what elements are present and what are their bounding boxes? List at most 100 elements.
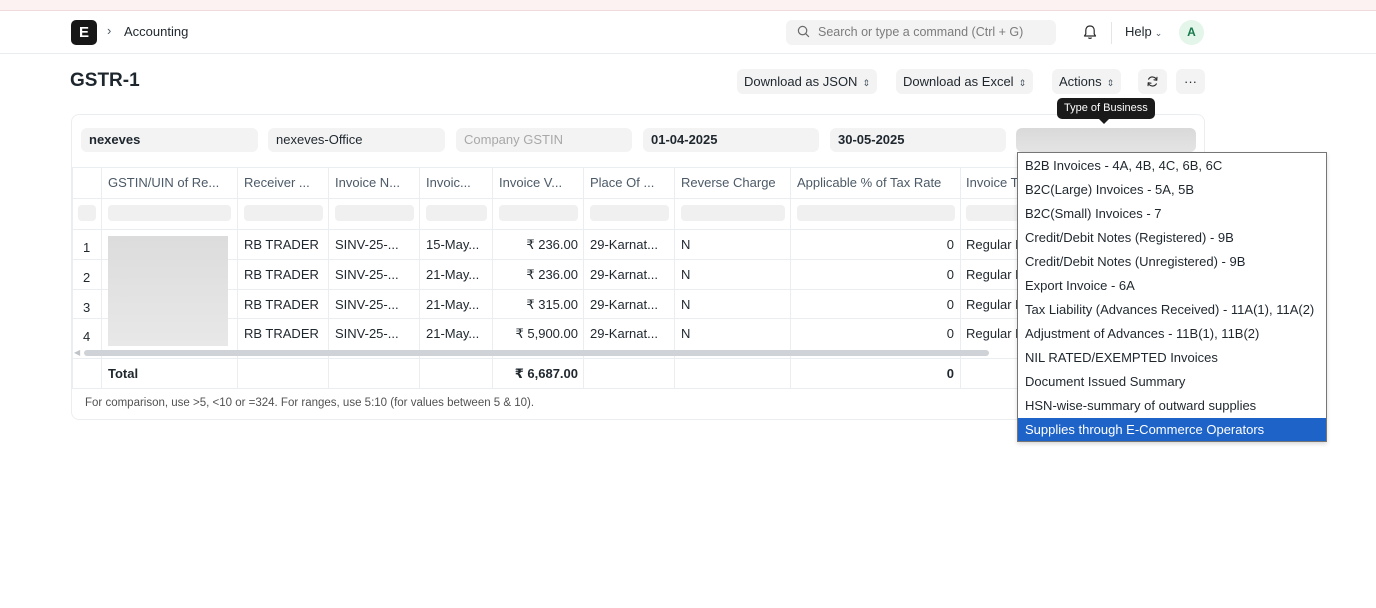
app-logo[interactable]: E	[71, 20, 97, 45]
dropdown-option-ecommerce-selected[interactable]: Supplies through E-Commerce Operators	[1018, 418, 1326, 441]
invoice-number-cell[interactable]: SINV-25-...	[335, 326, 399, 341]
receiver-cell[interactable]: RB TRADER	[244, 237, 319, 252]
to-date-filter[interactable]: 30-05-2025	[830, 128, 1006, 152]
column-header-invoice-number[interactable]: Invoice N...	[335, 175, 415, 190]
column-header-invoice-value[interactable]: Invoice V...	[499, 175, 579, 190]
dropdown-option-export-invoice[interactable]: Export Invoice - 6A	[1018, 274, 1326, 298]
invoice-value-cell[interactable]: ₹ 315.00	[499, 297, 578, 313]
receiver-cell[interactable]: RB TRADER	[244, 267, 319, 282]
dropdown-option-adjustment-advances[interactable]: Adjustment of Advances - 11B(1), 11B(2)	[1018, 322, 1326, 346]
invoice-value-cell[interactable]: ₹ 5,900.00	[499, 326, 579, 342]
column-filter-input[interactable]	[681, 205, 785, 221]
navbar-divider	[1111, 22, 1112, 44]
place-of-supply-cell[interactable]: 29-Karnat...	[590, 297, 670, 312]
invoice-date-cell[interactable]: 21-May...	[426, 267, 479, 282]
invoice-type-cell[interactable]: Regular B	[966, 267, 1018, 282]
place-of-supply-cell[interactable]: 29-Karnat...	[590, 237, 670, 252]
chevron-down-icon: ⌄	[1154, 28, 1163, 38]
top-banner-strip	[0, 0, 1376, 11]
dropdown-option-nil-rated[interactable]: NIL RATED/EXEMPTED Invoices	[1018, 346, 1326, 370]
reverse-charge-cell[interactable]: N	[681, 326, 690, 341]
tax-rate-cell[interactable]: 0	[797, 297, 954, 312]
invoice-type-cell[interactable]: Regular B	[966, 297, 1018, 312]
invoice-number-cell[interactable]: SINV-25-...	[335, 237, 399, 252]
row-index: 1	[83, 240, 91, 255]
column-header-reverse-charge[interactable]: Reverse Charge	[681, 175, 786, 190]
company-filter[interactable]: nexeves	[81, 128, 258, 152]
invoice-value-cell[interactable]: ₹ 236.00	[499, 237, 578, 253]
tax-rate-cell[interactable]: 0	[797, 237, 954, 252]
download-json-label: Download as JSON	[744, 74, 858, 89]
total-invoice-value: ₹ 6,687.00	[514, 366, 578, 381]
place-of-supply-cell[interactable]: 29-Karnat...	[590, 267, 670, 282]
dropdown-option-document-issued[interactable]: Document Issued Summary	[1018, 370, 1326, 394]
user-avatar[interactable]: A	[1179, 20, 1204, 45]
select-arrows-icon: ⇕	[1018, 78, 1027, 88]
from-date-filter[interactable]: 01-04-2025	[643, 128, 819, 152]
column-header-gstin[interactable]: GSTIN/UIN of Re...	[108, 175, 233, 190]
receiver-cell[interactable]: RB TRADER	[244, 326, 319, 341]
reverse-charge-cell[interactable]: N	[681, 237, 690, 252]
dropdown-option-cdn-registered[interactable]: Credit/Debit Notes (Registered) - 9B	[1018, 226, 1326, 250]
reverse-charge-cell[interactable]: N	[681, 297, 690, 312]
column-filter-input[interactable]	[590, 205, 669, 221]
tax-rate-cell[interactable]: 0	[797, 326, 954, 341]
type-of-business-select[interactable]	[1016, 128, 1196, 152]
column-filter-input[interactable]	[426, 205, 487, 221]
invoice-date-cell[interactable]: 21-May...	[426, 297, 479, 312]
breadcrumb-accounting[interactable]: Accounting	[124, 24, 188, 39]
dropdown-option-b2c-small[interactable]: B2C(Small) Invoices - 7	[1018, 202, 1326, 226]
report-datatable: GSTIN/UIN of Re... Receiver ... Invoice …	[72, 167, 1018, 389]
receiver-cell[interactable]: RB TRADER	[244, 297, 319, 312]
refresh-icon	[1147, 76, 1158, 87]
place-of-supply-cell[interactable]: 29-Karnat...	[590, 326, 670, 341]
grid-line	[72, 167, 1018, 168]
dropdown-option-cdn-unregistered[interactable]: Credit/Debit Notes (Unregistered) - 9B	[1018, 250, 1326, 274]
column-filter-input[interactable]	[966, 205, 1018, 221]
grid-line	[72, 388, 1018, 389]
horizontal-scrollbar[interactable]	[84, 350, 989, 356]
row-filter-checkbox[interactable]	[78, 205, 96, 221]
tax-rate-cell[interactable]: 0	[797, 267, 954, 282]
invoice-date-cell[interactable]: 21-May...	[426, 326, 479, 341]
column-filter-input[interactable]	[499, 205, 578, 221]
search-bar[interactable]: Search or type a command (Ctrl + G)	[786, 20, 1056, 45]
refresh-button[interactable]	[1138, 69, 1167, 94]
filter-help-note: For comparison, use >5, <10 or =324. For…	[85, 397, 535, 409]
column-header-tax-rate[interactable]: Applicable % of Tax Rate	[797, 175, 957, 190]
column-header-invoice-type[interactable]: Invoice T	[966, 175, 1018, 190]
dropdown-option-hsn-summary[interactable]: HSN-wise-summary of outward supplies	[1018, 394, 1326, 418]
invoice-type-cell[interactable]: Regular B	[966, 326, 1018, 341]
scroll-left-arrow-icon[interactable]: ◀	[74, 348, 80, 357]
invoice-date-cell[interactable]: 15-May...	[426, 237, 479, 252]
invoice-type-cell[interactable]: Regular B	[966, 237, 1018, 252]
download-json-button[interactable]: Download as JSON ⇕	[737, 69, 877, 94]
grid-line	[72, 358, 1018, 359]
reverse-charge-cell[interactable]: N	[681, 267, 690, 282]
column-filter-input[interactable]	[244, 205, 323, 221]
more-options-button[interactable]: ···	[1176, 69, 1205, 94]
notification-bell-icon[interactable]	[1082, 24, 1098, 41]
breadcrumb-chevron-icon: ›	[107, 23, 112, 38]
help-label: Help	[1125, 24, 1152, 39]
column-header-receiver[interactable]: Receiver ...	[244, 175, 324, 190]
dropdown-option-tax-liability[interactable]: Tax Liability (Advances Received) - 11A(…	[1018, 298, 1326, 322]
column-header-invoice-date[interactable]: Invoic...	[426, 175, 488, 190]
help-menu-button[interactable]: Help ⌄	[1125, 24, 1162, 39]
invoice-number-cell[interactable]: SINV-25-...	[335, 267, 399, 282]
dropdown-option-b2b[interactable]: B2B Invoices - 4A, 4B, 4C, 6B, 6C	[1018, 154, 1326, 178]
invoice-number-cell[interactable]: SINV-25-...	[335, 297, 399, 312]
total-tax-rate: 0	[946, 366, 954, 381]
company-address-filter[interactable]: nexeves-Office	[268, 128, 445, 152]
column-filter-input[interactable]	[797, 205, 955, 221]
column-filter-input[interactable]	[108, 205, 231, 221]
invoice-value-cell[interactable]: ₹ 236.00	[499, 267, 578, 283]
column-header-place-of-supply[interactable]: Place Of ...	[590, 175, 670, 190]
download-excel-button[interactable]: Download as Excel ⇕	[896, 69, 1034, 94]
actions-button[interactable]: Actions ⇕	[1052, 69, 1122, 94]
dropdown-option-b2c-large[interactable]: B2C(Large) Invoices - 5A, 5B	[1018, 178, 1326, 202]
total-label: Total	[108, 366, 139, 381]
company-gstin-filter[interactable]: Company GSTIN	[456, 128, 632, 152]
redacted-gstin-cells	[108, 236, 228, 346]
column-filter-input[interactable]	[335, 205, 414, 221]
